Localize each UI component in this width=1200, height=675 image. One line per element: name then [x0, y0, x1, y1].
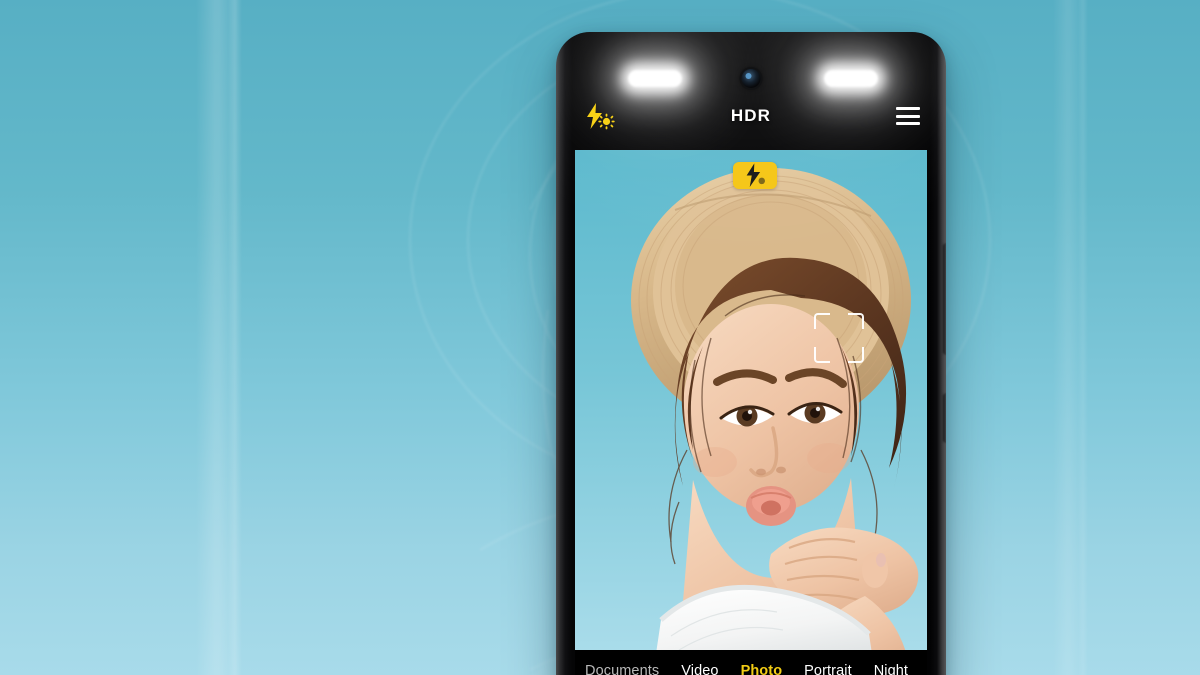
power-button[interactable] [944, 394, 946, 442]
bezel-glint-left-icon [628, 70, 682, 87]
camera-mode-strip[interactable]: Documents Video Photo Portrait Night Mo [575, 650, 927, 675]
hamburger-menu-icon[interactable] [896, 107, 920, 125]
light-streak [1078, 0, 1088, 675]
bezel-glint-right-icon [824, 70, 878, 87]
mode-video[interactable]: Video [681, 663, 718, 675]
front-camera-icon [741, 69, 761, 88]
light-streak [228, 0, 242, 675]
flash-auto-chip[interactable] [733, 162, 777, 189]
viewfinder-photo [575, 150, 927, 650]
mode-night[interactable]: Night [874, 663, 908, 675]
mode-photo[interactable]: Photo [741, 663, 783, 675]
light-streak [196, 0, 238, 675]
lightning-bolt-icon [746, 163, 765, 187]
camera-viewfinder[interactable] [575, 150, 927, 650]
phone-device: HDR Documents Video Photo Portrait Night [556, 32, 946, 675]
camera-topbar: HDR [556, 94, 946, 138]
flash-auto-icon[interactable] [582, 102, 616, 130]
light-streak [1053, 0, 1083, 675]
mode-portrait[interactable]: Portrait [804, 663, 852, 675]
volume-rocker-button[interactable] [944, 244, 946, 354]
mode-documents[interactable]: Documents [585, 663, 659, 675]
focus-reticle [814, 313, 864, 363]
